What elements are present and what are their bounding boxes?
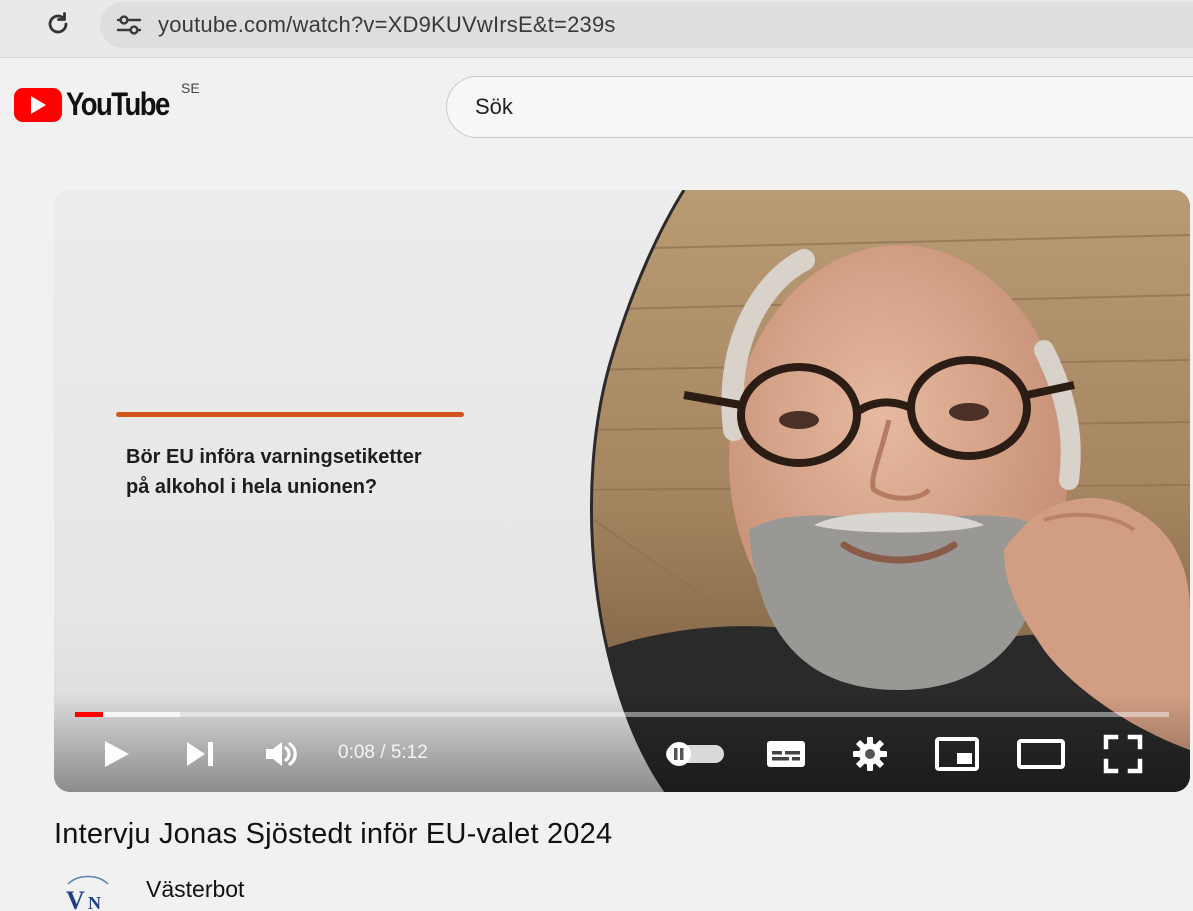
fullscreen-icon <box>1103 734 1143 774</box>
progress-bar[interactable] <box>75 712 1169 717</box>
time-current: 0:08 <box>338 742 375 763</box>
next-button[interactable] <box>178 732 222 776</box>
browser-toolbar: youtube.com/watch?v=XD9KUVwIrsE&t=239s <box>0 0 1193 58</box>
fullscreen-button[interactable] <box>1100 732 1146 776</box>
youtube-wordmark: YouTube <box>66 86 170 122</box>
slide-question: Bör EU införa varningsetiketter på alkoh… <box>126 442 546 502</box>
reload-icon[interactable] <box>40 6 76 42</box>
miniplayer-icon <box>935 737 979 771</box>
channel-avatar[interactable]: V N <box>58 868 118 911</box>
search-input[interactable] <box>475 94 1075 120</box>
svg-text:V: V <box>66 886 85 911</box>
channel-name[interactable]: Västerbot <box>146 876 244 903</box>
time-separator: / <box>374 742 391 763</box>
subtitles-icon <box>767 741 805 767</box>
slide-accent-line <box>116 412 464 417</box>
search-box[interactable] <box>446 76 1193 138</box>
autoplay-toggle[interactable] <box>662 732 728 776</box>
time-display: 0:08 / 5:12 <box>338 742 428 764</box>
slide-question-line-1: Bör EU införa varningsetiketter <box>126 446 422 468</box>
miniplayer-button[interactable] <box>932 732 982 776</box>
autoplay-toggle-icon <box>666 742 724 766</box>
address-bar[interactable]: youtube.com/watch?v=XD9KUVwIrsE&t=239s <box>100 2 1193 48</box>
country-code: SE <box>181 80 200 96</box>
slide-question-line-2: på alkohol i hela unionen? <box>126 476 378 498</box>
next-icon <box>187 742 213 766</box>
settings-gear-icon <box>853 737 887 771</box>
youtube-logo[interactable]: YouTube <box>14 86 186 123</box>
volume-icon <box>266 742 297 766</box>
volume-button[interactable] <box>260 732 304 776</box>
video-player[interactable]: Bör EU införa varningsetiketter på alkoh… <box>54 190 1190 792</box>
site-settings-icon[interactable] <box>114 10 144 40</box>
theater-mode-icon <box>1017 739 1065 769</box>
youtube-play-logo-icon <box>14 87 62 122</box>
settings-button[interactable] <box>848 732 892 776</box>
theater-mode-button[interactable] <box>1016 732 1066 776</box>
time-total: 5:12 <box>390 742 428 763</box>
progress-played <box>75 712 104 717</box>
video-title: Intervju Jonas Sjöstedt inför EU-valet 2… <box>54 818 613 850</box>
play-icon <box>105 741 129 767</box>
svg-text:N: N <box>88 893 101 911</box>
youtube-header: YouTube SE <box>0 58 1193 168</box>
subtitles-button[interactable] <box>762 732 810 776</box>
play-button[interactable] <box>94 732 138 776</box>
url-text[interactable]: youtube.com/watch?v=XD9KUVwIrsE&t=239s <box>158 12 616 38</box>
